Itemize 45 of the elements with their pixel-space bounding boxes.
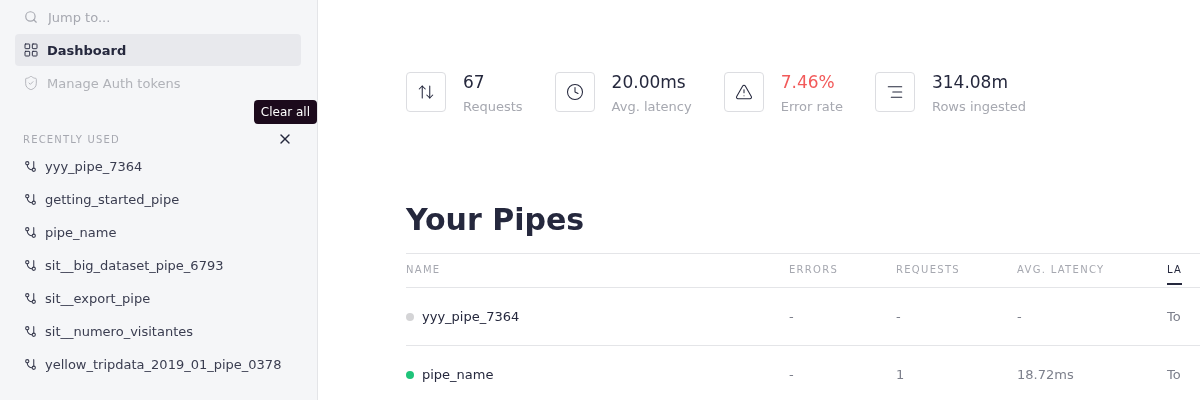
pipe-name[interactable]: yyy_pipe_7364 xyxy=(422,309,520,324)
recent-item[interactable]: getting_started_pipe xyxy=(15,183,301,216)
stat-value: 7.46% xyxy=(780,72,836,92)
branch-icon xyxy=(24,259,37,272)
table-cell-text: - xyxy=(1017,309,1023,324)
shield-icon xyxy=(23,75,39,91)
stat-value: 20.00ms xyxy=(611,72,687,92)
stat-value: 314.08m xyxy=(931,72,1009,92)
lines-icon xyxy=(874,72,915,112)
stat-label: Requests xyxy=(463,99,523,114)
table-cell-text: To xyxy=(1167,367,1182,382)
nav-item[interactable]: Dashboard xyxy=(15,34,301,66)
recent-item[interactable]: yellow_tripdata_2019_01_pipe_0378 xyxy=(15,348,301,381)
table-cell-text: - xyxy=(896,309,902,324)
warning-icon xyxy=(723,72,764,112)
table-cell-text: 18.72ms xyxy=(1017,367,1075,382)
clock-icon xyxy=(554,72,595,112)
recent-item[interactable]: pipe_name xyxy=(15,216,301,249)
branch-icon xyxy=(24,292,37,305)
recent-item[interactable]: sit__export_pipe xyxy=(15,282,301,315)
table-cell-text: - xyxy=(789,367,795,382)
table-cell-text: 1 xyxy=(896,367,906,382)
stat-label: Rows ingested xyxy=(931,99,1027,114)
page-title: Your Pipes xyxy=(406,202,586,237)
recent-item[interactable]: sit__numero_visitantes xyxy=(15,315,301,348)
column-header[interactable]: LA xyxy=(1167,256,1183,285)
pipe-name[interactable]: pipe_name xyxy=(422,367,494,382)
recent-item[interactable]: sit__big_dataset_pipe_6793 xyxy=(15,249,301,282)
table-cell-text: To xyxy=(1167,309,1182,324)
branch-icon xyxy=(24,226,37,239)
branch-icon xyxy=(24,358,37,371)
stat-label: Error rate xyxy=(780,99,843,114)
stat-label: Avg. latency xyxy=(611,99,692,114)
branch-icon xyxy=(24,160,37,173)
stat-value: 67 xyxy=(463,72,486,92)
grid-icon xyxy=(23,42,39,58)
recent-item[interactable]: yyy_pipe_7364 xyxy=(15,150,301,183)
branch-icon xyxy=(24,193,37,206)
search-icon xyxy=(24,10,38,24)
tooltip: Clear all xyxy=(253,100,317,124)
arrows-icon xyxy=(406,72,446,112)
section-title: RECENTLY USED xyxy=(23,133,120,145)
table-cell-text: - xyxy=(789,309,795,324)
search-field[interactable]: Jump to... xyxy=(46,8,250,26)
branch-icon xyxy=(24,325,37,338)
